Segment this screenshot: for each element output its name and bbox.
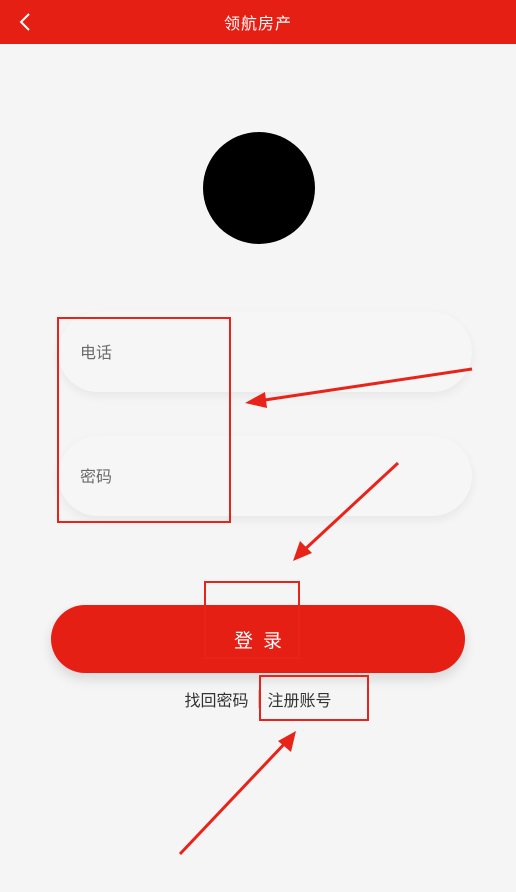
link-separator bbox=[257, 690, 259, 708]
avatar bbox=[203, 132, 315, 244]
register-account-link[interactable]: 注册账号 bbox=[268, 687, 332, 711]
login-button[interactable]: 登录 bbox=[51, 605, 465, 673]
login-screen: 领航房产 登录 找回密码 注册账号 bbox=[0, 0, 516, 892]
back-button[interactable] bbox=[8, 0, 44, 44]
annotation-arrowhead-3 bbox=[278, 731, 296, 752]
auth-links: 找回密码 注册账号 bbox=[0, 687, 516, 711]
annotation-arrow-shaft-3 bbox=[178, 738, 290, 856]
password-input[interactable] bbox=[58, 436, 472, 516]
phone-field bbox=[58, 312, 472, 392]
annotation-arrowhead-2 bbox=[293, 541, 312, 561]
chevron-left-icon bbox=[19, 13, 30, 31]
app-header: 领航房产 bbox=[0, 0, 516, 44]
phone-input[interactable] bbox=[58, 312, 472, 392]
annotation-arrowhead-1 bbox=[245, 392, 267, 408]
page-title: 领航房产 bbox=[223, 14, 292, 33]
recover-password-link[interactable]: 找回密码 bbox=[184, 687, 248, 711]
password-field bbox=[58, 436, 472, 516]
